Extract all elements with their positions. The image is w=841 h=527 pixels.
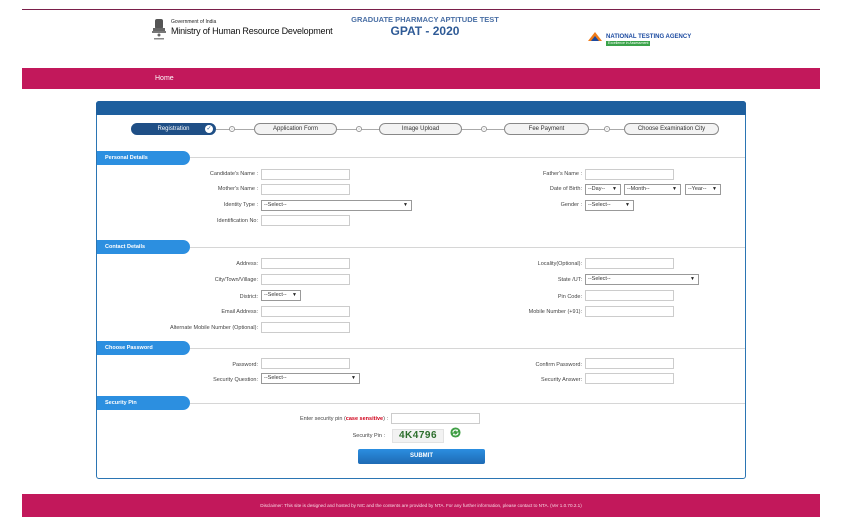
- security-question-select[interactable]: --Select-- ▼: [261, 373, 360, 384]
- gender-label: Gender :: [560, 202, 582, 208]
- step-dot-icon: ○: [604, 126, 610, 132]
- step-image-upload[interactable]: Image Upload: [379, 123, 462, 135]
- section-divider: [190, 157, 745, 158]
- dob-month-select[interactable]: --Month-- ▼: [624, 184, 681, 195]
- national-emblem-icon: [152, 19, 166, 40]
- step-label: Choose Examination City: [637, 126, 706, 132]
- confirm-password-label: Confirm Password:: [535, 362, 582, 368]
- gender-select[interactable]: --Select-- ▼: [585, 200, 634, 211]
- dropdown-arrow-icon: ▼: [403, 202, 408, 208]
- email-input[interactable]: [261, 306, 350, 317]
- section-choose-password: Choose Password: [97, 341, 190, 355]
- nav-bar: [22, 68, 820, 89]
- gov-label: Government of India: [171, 19, 217, 25]
- security-pin-prompt: Enter security pin (case sensitive) :: [299, 416, 388, 422]
- section-divider: [190, 247, 745, 248]
- step-registration[interactable]: Registration ✓: [131, 123, 216, 135]
- candidate-name-input[interactable]: [261, 169, 350, 180]
- mobile-input[interactable]: [585, 306, 674, 317]
- district-select[interactable]: --Select-- ▼: [261, 290, 301, 301]
- submit-button[interactable]: SUBMIT: [358, 449, 485, 464]
- candidate-name-label: Candidate's Name :: [209, 171, 258, 177]
- alt-mobile-label: Alternate Mobile Number (Optional):: [169, 325, 258, 331]
- refresh-icon[interactable]: [450, 427, 461, 438]
- dropdown-arrow-icon: ▼: [672, 186, 677, 192]
- mother-name-label: Mother's Name :: [217, 186, 258, 192]
- district-label: District:: [239, 294, 258, 300]
- city-label: City/Town/Village:: [214, 277, 258, 283]
- security-question-label: Security Question:: [213, 377, 258, 383]
- address-label: Address:: [236, 261, 258, 267]
- agency-name: NATIONAL TESTING AGENCY: [606, 34, 692, 40]
- section-security-pin: Security Pin: [97, 396, 190, 410]
- exam-subtitle: GPAT - 2020: [390, 24, 460, 38]
- email-label: Email Address:: [221, 309, 258, 315]
- dropdown-arrow-icon: ▼: [351, 375, 356, 381]
- address-input[interactable]: [261, 258, 350, 269]
- nta-logo-icon: [588, 32, 602, 41]
- step-connector: [216, 129, 254, 130]
- step-dot-icon: ○: [481, 126, 487, 132]
- dob-label: Date of Birth:: [549, 186, 582, 192]
- security-answer-input[interactable]: [585, 373, 674, 384]
- step-fee-payment[interactable]: Fee Payment: [504, 123, 589, 135]
- step-label: Fee Payment: [528, 126, 565, 132]
- step-dot-icon: ○: [356, 126, 362, 132]
- confirm-password-input[interactable]: [585, 358, 674, 369]
- step-label: Image Upload: [401, 126, 440, 132]
- dropdown-arrow-icon: ▼: [625, 202, 630, 208]
- step-application-form[interactable]: Application Form: [254, 123, 337, 135]
- dob-year-select[interactable]: --Year-- ▼: [685, 184, 721, 195]
- agency-tagline: Excellence in Assessment: [606, 41, 651, 46]
- step-label: Registration: [157, 126, 190, 132]
- identification-no-label: Identification No:: [217, 218, 258, 224]
- password-input[interactable]: [261, 358, 350, 369]
- pin-code-input[interactable]: [585, 290, 674, 301]
- state-label: State /UT:: [557, 277, 582, 283]
- card-header-bar: [96, 101, 746, 115]
- check-icon: ✓: [205, 125, 213, 133]
- pin-code-label: Pin Code:: [557, 294, 582, 300]
- locality-label: Locality(Optional):: [537, 261, 582, 267]
- section-divider: [190, 403, 745, 404]
- step-label: Application Form: [272, 126, 319, 132]
- section-personal-details: Personal Details: [97, 151, 190, 165]
- identity-type-select[interactable]: --Select-- ▼: [261, 200, 412, 211]
- mother-name-input[interactable]: [261, 184, 350, 195]
- security-answer-label: Security Answer:: [541, 377, 582, 383]
- dropdown-arrow-icon: ▼: [612, 186, 617, 192]
- state-select[interactable]: --Select-- ▼: [585, 274, 699, 285]
- father-name-label: Father's Name :: [543, 171, 582, 177]
- father-name-input[interactable]: [585, 169, 674, 180]
- dropdown-arrow-icon: ▼: [712, 186, 717, 192]
- section-divider: [190, 348, 745, 349]
- mobile-label: Mobile Number (+91):: [528, 309, 582, 315]
- footer-disclaimer: Disclaimer: This site is designed and ho…: [260, 503, 582, 508]
- step-choose-city[interactable]: Choose Examination City: [624, 123, 719, 135]
- security-pin-label: Security Pin :: [352, 433, 385, 439]
- locality-input[interactable]: [585, 258, 674, 269]
- security-pin-input[interactable]: [391, 413, 480, 424]
- dob-day-select[interactable]: --Day-- ▼: [585, 184, 621, 195]
- identification-no-input[interactable]: [261, 215, 350, 226]
- password-label: Password:: [232, 362, 258, 368]
- nav-home-link[interactable]: Home: [155, 75, 174, 82]
- captcha-code: 4K4796: [392, 429, 444, 443]
- alt-mobile-input[interactable]: [261, 322, 350, 333]
- dropdown-arrow-icon: ▼: [292, 292, 297, 298]
- exam-title: GRADUATE PHARMACY APTITUDE TEST: [351, 15, 499, 24]
- ministry-name: Ministry of Human Resource Development: [171, 26, 333, 36]
- city-input[interactable]: [261, 274, 350, 285]
- identity-type-label: Identity Type :: [223, 202, 258, 208]
- step-dot-icon: ○: [229, 126, 235, 132]
- section-contact-details: Contact Details: [97, 240, 190, 254]
- dropdown-arrow-icon: ▼: [690, 276, 695, 282]
